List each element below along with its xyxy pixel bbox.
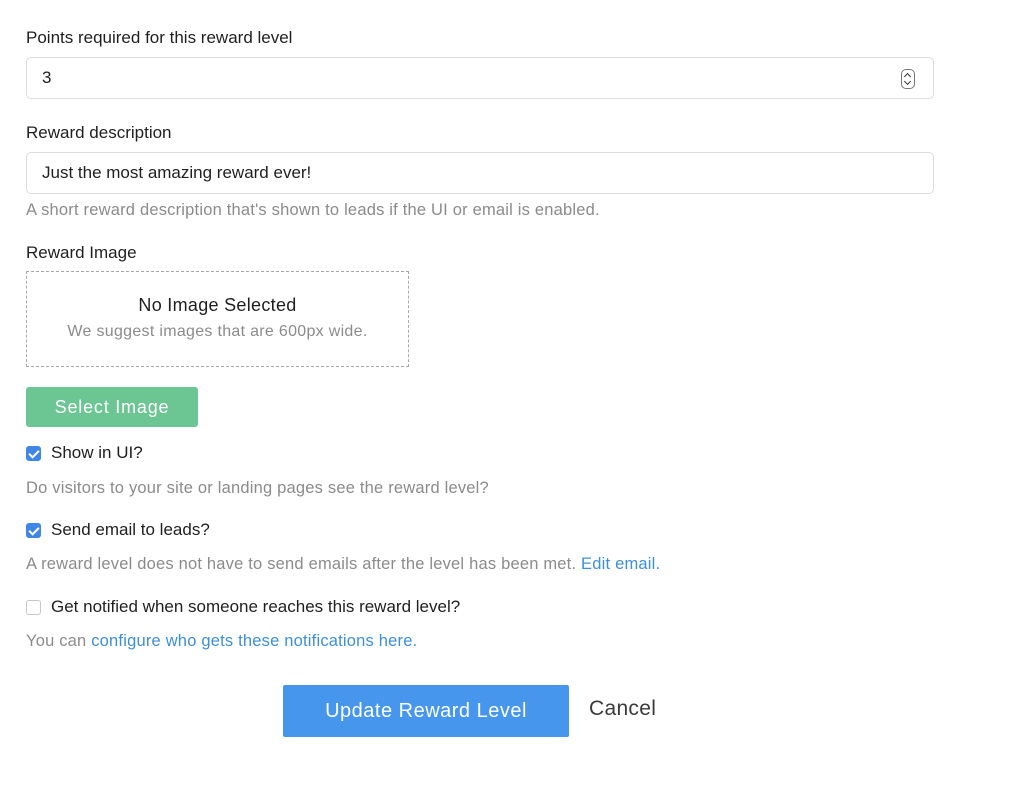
notify-checkbox[interactable] [26, 599, 41, 615]
notify-help: You can configure who gets these notific… [26, 632, 417, 651]
number-stepper-icon[interactable] [901, 69, 915, 89]
points-input[interactable]: 3 [26, 57, 934, 99]
show-in-ui-row: Show in UI? [26, 443, 143, 463]
description-help: A short reward description that's shown … [26, 201, 600, 219]
update-reward-level-button[interactable]: Update Reward Level [283, 685, 569, 737]
select-image-button[interactable]: Select Image [26, 387, 198, 427]
show-in-ui-help: Do visitors to your site or landing page… [26, 479, 489, 497]
points-label: Points required for this reward level [26, 28, 293, 47]
cancel-button[interactable]: Cancel [589, 697, 656, 721]
send-email-help: A reward level does not have to send ema… [26, 555, 660, 574]
description-input[interactable]: Just the most amazing reward ever! [26, 152, 934, 194]
show-in-ui-label[interactable]: Show in UI? [51, 443, 143, 463]
send-email-checkbox[interactable] [26, 522, 41, 538]
description-value: Just the most amazing reward ever! [42, 163, 312, 182]
notify-help-prefix: You can [26, 632, 87, 650]
notify-label[interactable]: Get notified when someone reaches this r… [51, 597, 460, 617]
send-email-help-text: A reward level does not have to send ema… [26, 555, 577, 573]
description-label: Reward description [26, 123, 172, 142]
no-image-title: No Image Selected [138, 295, 297, 315]
send-email-label[interactable]: Send email to leads? [51, 520, 210, 540]
show-in-ui-checkbox[interactable] [26, 445, 41, 461]
image-dropzone[interactable]: No Image Selected We suggest images that… [26, 271, 409, 367]
edit-email-link[interactable]: Edit email. [581, 555, 660, 573]
send-email-row: Send email to leads? [26, 520, 210, 540]
reward-level-form: Points required for this reward level 3 … [0, 0, 1024, 785]
image-size-hint: We suggest images that are 600px wide. [67, 323, 368, 340]
notify-row: Get notified when someone reaches this r… [26, 597, 460, 617]
points-value: 3 [42, 68, 52, 87]
configure-notifications-link[interactable]: configure who gets these notifications h… [91, 632, 417, 650]
reward-image-label: Reward Image [26, 243, 137, 262]
